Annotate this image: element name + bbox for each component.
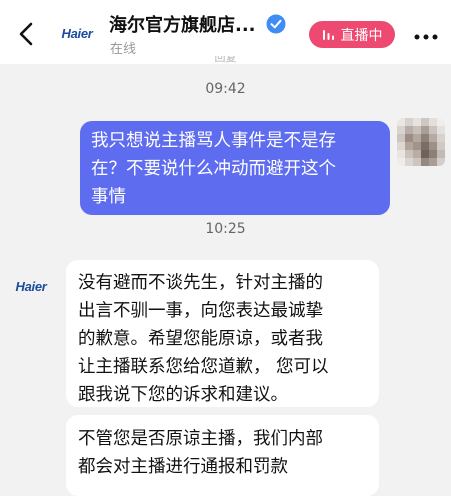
shop-avatar-header[interactable]: Haier (54, 13, 100, 53)
live-button[interactable]: 直播中 (309, 21, 395, 48)
verified-badge-icon (266, 14, 286, 34)
shop-avatar[interactable]: Haier (7, 263, 55, 309)
message-line: 出言不驯一事，向您表达最诚挚 (78, 301, 323, 321)
more-button[interactable] (412, 28, 440, 40)
haier-logo: Haier (15, 278, 47, 294)
chat-header: Haier 海尔官方旗舰店... 在线 直播中 (0, 0, 451, 64)
shop-message-bubble[interactable]: 没有避而不谈先生，针对主播的 出言不驯一事，向您表达最诚挚 的歉意。希望您能原谅… (66, 260, 379, 407)
message-line: 不管您是否原谅主播，我们内部 (78, 429, 323, 449)
shop-message-bubble[interactable]: 不管您是否原谅主播，我们内部 都会对主播进行通报和罚款 (66, 415, 379, 496)
user-message-bubble[interactable]: 我只想说主播骂人事件是不是存 在？不要说什么冲动而避开这个 事情 (80, 121, 390, 215)
back-button[interactable] (14, 20, 40, 48)
live-label: 直播中 (340, 27, 383, 44)
haier-logo: Haier (61, 25, 93, 41)
message-line: 事情 (91, 187, 126, 207)
message-line: 让主播联系您给您道歉， 您可以 (78, 357, 329, 377)
timestamp: 09:42 (205, 81, 246, 97)
message-line: 在？不要说什么冲动而避开这个 (91, 159, 336, 179)
message-line: 没有避而不谈先生，针对主播的 (78, 273, 323, 293)
back-arrow-icon (19, 22, 33, 46)
user-avatar[interactable] (397, 118, 445, 166)
live-bars-icon (322, 30, 334, 40)
message-line: 我只想说主播骂人事件是不是存 (91, 131, 336, 151)
partial-text: 回复 (214, 56, 237, 64)
timestamp: 10:25 (205, 221, 246, 237)
message-line: 跟我说下您的诉求和建议。 (78, 385, 288, 405)
message-line: 的歉意。希望您能原谅，或者我 (78, 329, 323, 349)
message-line: 都会对主播进行通报和罚款 (78, 457, 288, 477)
online-status: 在线 (110, 42, 137, 57)
shop-name[interactable]: 海尔官方旗舰店... (109, 11, 256, 37)
more-dots-icon (414, 34, 438, 40)
